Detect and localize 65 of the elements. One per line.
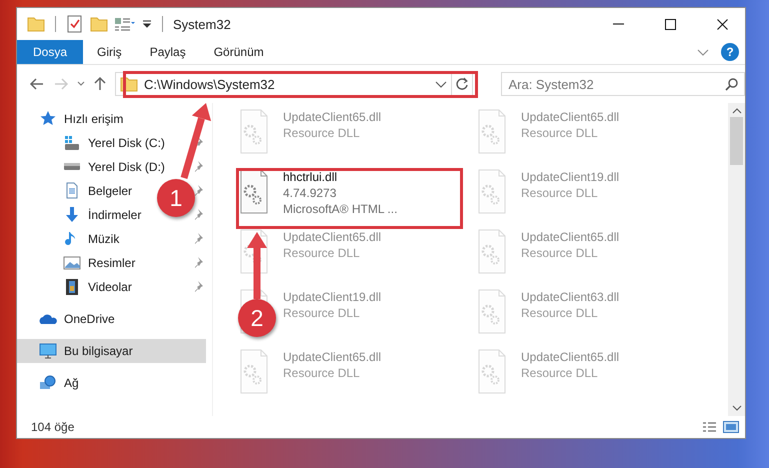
file-detail: MicrosoftA® HTML ... bbox=[283, 201, 398, 217]
back-arrow-icon[interactable] bbox=[29, 77, 45, 91]
minimize-icon bbox=[612, 23, 624, 25]
sidebar-item[interactable]: Videolar bbox=[63, 275, 132, 299]
file-detail: 4.74.9273 bbox=[283, 185, 338, 201]
item-count: 104 öğe bbox=[31, 420, 76, 434]
maximize-icon bbox=[664, 18, 676, 30]
sidebar-item[interactable]: Resimler bbox=[63, 251, 136, 275]
monitor-icon bbox=[39, 342, 57, 360]
file-detail: Resource DLL bbox=[521, 125, 599, 141]
chevron-down-icon[interactable] bbox=[697, 48, 709, 56]
pin-icon[interactable] bbox=[194, 256, 206, 270]
address-field[interactable]: C:\Windows\System32 bbox=[115, 72, 452, 96]
ribbon-tab[interactable]: Görünüm bbox=[200, 40, 278, 64]
network-icon bbox=[39, 374, 57, 392]
arrow bbox=[247, 232, 267, 299]
sidebar-item[interactable]: İndirmeler bbox=[63, 203, 142, 227]
film-strip-icon bbox=[63, 278, 81, 296]
scrollbar-thumb[interactable] bbox=[730, 117, 743, 165]
sidebar-item[interactable]: Müzik bbox=[63, 227, 120, 251]
file-name[interactable]: hhctrlui.dll bbox=[283, 169, 398, 185]
file-detail: Resource DLL bbox=[283, 245, 361, 261]
file-detail: Resource DLL bbox=[521, 365, 599, 381]
sidebar-item[interactable]: Bu bilgisayar bbox=[17, 339, 206, 363]
sidebar-item[interactable]: Hızlı erişim bbox=[17, 107, 130, 131]
file-detail: Resource DLL bbox=[283, 305, 361, 321]
sidebar-item[interactable]: Belgeler bbox=[63, 179, 132, 203]
pin-icon[interactable] bbox=[194, 184, 206, 198]
file-detail: Resource DLL bbox=[283, 365, 361, 381]
sidebar-item[interactable]: OneDrive bbox=[17, 307, 121, 331]
chevron-down-icon bbox=[434, 80, 447, 88]
pin-icon[interactable] bbox=[194, 208, 206, 222]
sidebar-item[interactable]: Ağ bbox=[17, 371, 85, 395]
picture-icon bbox=[63, 254, 81, 272]
ribbon-tab[interactable]: Dosya bbox=[17, 40, 84, 64]
scrollbar[interactable] bbox=[728, 103, 745, 416]
search-icon[interactable] bbox=[725, 78, 738, 91]
close-icon bbox=[716, 18, 728, 30]
large-icons-view-icon[interactable] bbox=[723, 421, 739, 433]
pin-icon[interactable] bbox=[194, 160, 206, 174]
help-icon[interactable]: ? bbox=[721, 43, 739, 61]
folder-icon[interactable] bbox=[90, 15, 108, 33]
sidebar-item[interactable]: Yerel Disk (C:) bbox=[63, 131, 165, 155]
search-field[interactable]: Ara: System32 bbox=[501, 72, 745, 96]
folder-icon[interactable] bbox=[27, 15, 45, 33]
ribbon-tab[interactable]: Giriş bbox=[83, 40, 136, 64]
drive-icon bbox=[63, 134, 81, 152]
file-detail: Resource DLL bbox=[521, 305, 599, 321]
window-title: System32 bbox=[173, 16, 232, 32]
file-detail: Resource DLL bbox=[521, 245, 599, 261]
sidebar-item[interactable]: Yerel Disk (D:) bbox=[63, 155, 165, 179]
scroll-down-icon bbox=[732, 404, 742, 412]
details-view-icon[interactable] bbox=[702, 421, 717, 433]
pin-icon[interactable] bbox=[194, 232, 206, 246]
refresh-icon bbox=[455, 77, 470, 91]
up-arrow-icon[interactable] bbox=[93, 76, 107, 92]
pin-icon[interactable] bbox=[194, 280, 206, 294]
ribbon-tab[interactable]: Paylaş bbox=[136, 40, 200, 64]
dropdown-caret-icon[interactable] bbox=[142, 18, 152, 30]
checklist-icon[interactable] bbox=[66, 15, 84, 33]
file-detail: Resource DLL bbox=[283, 125, 361, 141]
scroll-up-icon bbox=[732, 107, 742, 115]
download-icon bbox=[63, 206, 81, 224]
properties-icon[interactable] bbox=[114, 15, 136, 33]
file-detail: Resource DLL bbox=[521, 185, 599, 201]
